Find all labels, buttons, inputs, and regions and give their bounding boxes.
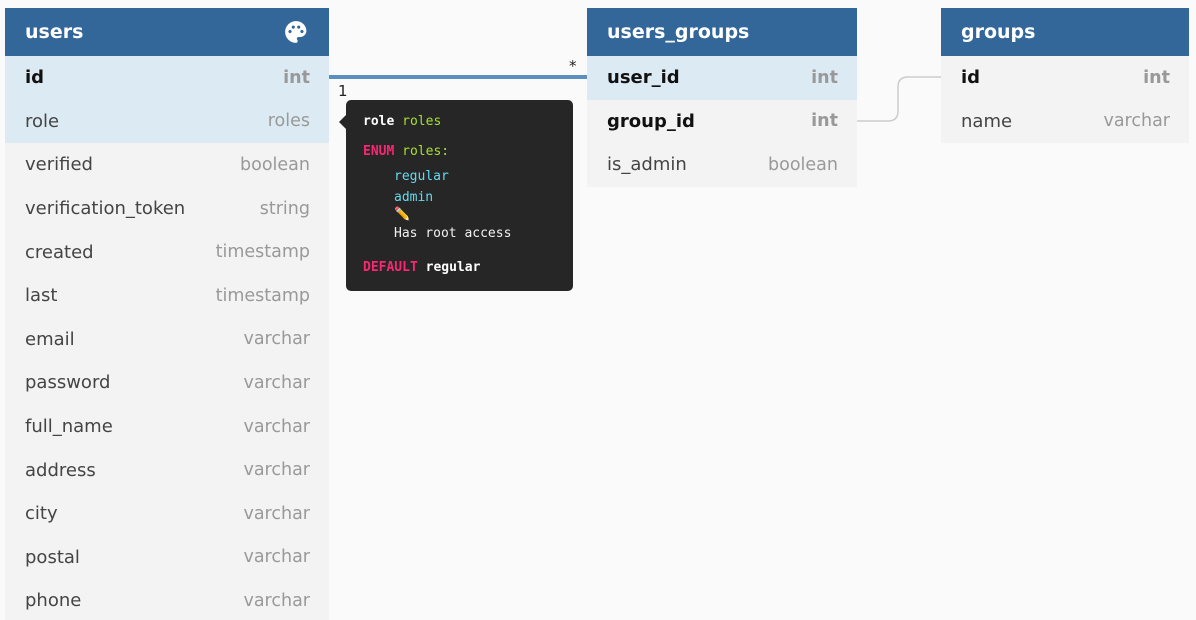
column-name: name [961, 110, 1013, 132]
column-type: boolean [768, 154, 838, 175]
tooltip-title: role roles [363, 114, 441, 129]
column-row-id[interactable]: id int [5, 56, 329, 100]
relation-cardinality-one: 1 [338, 82, 348, 100]
column-type: varchar [243, 372, 310, 393]
column-name: email [25, 328, 75, 350]
column-row-verified[interactable]: verified boolean [5, 143, 329, 187]
column-name: user_id [607, 67, 680, 89]
column-type: roles [267, 111, 310, 132]
column-row-phone[interactable]: phone varchar [5, 579, 329, 620]
table-header-groups[interactable]: groups [941, 8, 1189, 56]
column-type: varchar [243, 503, 310, 524]
column-name: phone [25, 590, 82, 612]
table-title: users_groups [607, 21, 750, 43]
tooltip-enum-keyword: ENUM [363, 144, 395, 159]
column-tooltip: role roles ENUM roles: regular admin ✏️ … [339, 100, 573, 291]
column-row-full-name[interactable]: full_name varchar [5, 405, 329, 449]
column-type: varchar [243, 460, 310, 481]
column-type: string [259, 198, 310, 219]
column-row-verification-token[interactable]: verification_token string [5, 187, 329, 231]
column-row-city[interactable]: city varchar [5, 492, 329, 536]
column-row-address[interactable]: address varchar [5, 448, 329, 492]
column-row-name[interactable]: name varchar [941, 100, 1189, 143]
table-users-groups[interactable]: users_groups user_id int group_id int is… [587, 8, 857, 187]
table-title: users [25, 21, 84, 43]
column-row-is-admin[interactable]: is_admin boolean [587, 143, 857, 187]
column-type: timestamp [215, 285, 310, 306]
table-title: groups [961, 21, 1036, 43]
tooltip-note: Has root access [394, 226, 512, 241]
column-row-id[interactable]: id int [941, 56, 1189, 100]
tooltip-default-value: regular [425, 260, 481, 275]
column-type: varchar [243, 590, 310, 611]
column-name: postal [25, 546, 80, 568]
column-type: varchar [243, 547, 310, 568]
tooltip-enum-value: admin [394, 190, 434, 205]
tooltip-enum-value: regular [394, 169, 449, 184]
tooltip-enum-name: roles: [402, 144, 450, 159]
column-type: int [1143, 67, 1170, 88]
column-row-user-id[interactable]: user_id int [587, 56, 857, 100]
palette-icon[interactable] [283, 19, 309, 45]
table-users[interactable]: users id int role roles verified boolean… [5, 8, 329, 620]
column-row-email[interactable]: email varchar [5, 318, 329, 362]
column-name: id [961, 67, 981, 89]
pencil-icon: ✏️ [394, 207, 411, 222]
column-row-created[interactable]: created timestamp [5, 230, 329, 274]
column-name: group_id [607, 110, 695, 132]
table-header-users[interactable]: users [5, 8, 329, 56]
column-type: int [811, 67, 838, 88]
column-name: full_name [25, 416, 113, 438]
table-groups[interactable]: groups id int name varchar [941, 8, 1189, 143]
column-type: varchar [243, 329, 310, 350]
column-row-group-id[interactable]: group_id int [587, 100, 857, 144]
column-row-last[interactable]: last timestamp [5, 274, 329, 318]
column-type: varchar [243, 416, 310, 437]
column-name: last [25, 285, 58, 307]
column-name: role [25, 110, 60, 132]
table-header-users-groups[interactable]: users_groups [587, 8, 857, 56]
column-name: verification_token [25, 198, 186, 220]
column-name: address [25, 459, 96, 481]
column-type: varchar [1103, 111, 1170, 132]
column-row-role[interactable]: role roles [5, 99, 329, 144]
column-name: created [25, 241, 94, 263]
column-row-password[interactable]: password varchar [5, 361, 329, 405]
tooltip-enum-line: ENUM roles: [363, 144, 449, 159]
tooltip-column-name: role [363, 114, 395, 129]
column-row-postal[interactable]: postal varchar [5, 536, 329, 580]
column-name: password [25, 372, 111, 394]
column-type: timestamp [215, 242, 310, 263]
column-type: boolean [240, 154, 310, 175]
tooltip-default-line: DEFAULT regular [363, 260, 480, 275]
column-name: city [25, 503, 58, 525]
column-type: int [811, 111, 838, 132]
relation-users-groups-groups[interactable] [857, 76, 941, 122]
column-type: int [283, 67, 310, 88]
tooltip-column-type: roles [402, 114, 442, 129]
column-name: id [25, 67, 45, 89]
tooltip-default-keyword: DEFAULT [363, 260, 418, 275]
relation-cardinality-many: * [569, 57, 577, 75]
column-name: verified [25, 154, 93, 176]
column-name: is_admin [607, 154, 687, 176]
